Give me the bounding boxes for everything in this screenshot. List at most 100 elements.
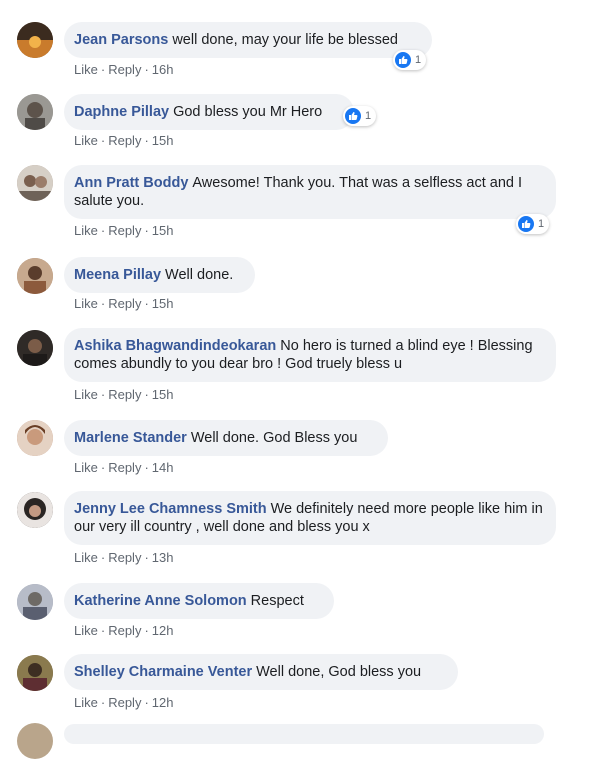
avatar-image xyxy=(17,584,53,620)
comment-bubble: Katherine Anne Solomon Respect xyxy=(64,583,334,619)
comment-timestamp[interactable]: 16h xyxy=(152,62,174,77)
comment-text: Well done. God Bless you xyxy=(190,430,358,446)
comment-text: God bless you Mr Hero xyxy=(173,104,323,120)
reaction-count-badge[interactable]: 1 xyxy=(343,106,377,126)
separator: · xyxy=(100,695,106,710)
avatar-image xyxy=(17,330,53,366)
avatar[interactable] xyxy=(17,165,53,201)
like-link[interactable]: Like xyxy=(74,550,98,565)
reply-link[interactable]: Reply xyxy=(108,133,141,148)
separator: · xyxy=(144,62,149,77)
comment-actions: Like · Reply · 15h xyxy=(74,296,174,311)
comment-timestamp[interactable]: 12h xyxy=(152,695,174,710)
avatar[interactable] xyxy=(17,584,53,620)
reply-link[interactable]: Reply xyxy=(108,62,141,77)
reply-link[interactable]: Reply xyxy=(108,387,141,402)
comment-author-link[interactable]: Daphne Pillay xyxy=(74,104,169,120)
comment-timestamp[interactable]: 15h xyxy=(152,296,174,311)
avatar-image xyxy=(17,165,53,201)
comment-author-link[interactable]: Marlene Stander xyxy=(74,430,187,446)
avatar-image xyxy=(17,420,53,456)
comment-author-link[interactable]: Meena Pillay xyxy=(74,267,161,283)
avatar[interactable] xyxy=(17,22,53,58)
avatar[interactable] xyxy=(17,723,53,759)
separator: · xyxy=(144,695,149,710)
comment-bubble: Meena Pillay Well done. xyxy=(64,257,255,293)
comment-bubble: Jenny Lee Chamness Smith We definitely ne… xyxy=(64,491,556,545)
comment-bubble: Shelley Charmaine Venter Well done, God b… xyxy=(64,654,458,690)
reply-link[interactable]: Reply xyxy=(108,623,141,638)
reply-link[interactable]: Reply xyxy=(108,550,141,565)
comment-bubble: Ann Pratt Boddy Awesome! Thank you. That … xyxy=(64,165,556,219)
comment-timestamp[interactable]: 13h xyxy=(152,550,174,565)
avatar[interactable] xyxy=(17,330,53,366)
previous-comment-actions-cutoff xyxy=(74,0,194,4)
separator: · xyxy=(100,296,106,311)
separator: · xyxy=(100,387,106,402)
comment-bubble: Marlene Stander Well done. God Bless you xyxy=(64,420,388,456)
separator: · xyxy=(144,623,149,638)
comment-author-link[interactable]: Ann Pratt Boddy xyxy=(74,175,188,191)
avatar[interactable] xyxy=(17,94,53,130)
like-link[interactable]: Like xyxy=(74,695,98,710)
reply-link[interactable]: Reply xyxy=(108,695,141,710)
comment-timestamp[interactable]: 12h xyxy=(152,623,174,638)
comment-author-link[interactable]: Katherine Anne Solomon xyxy=(74,593,247,609)
separator: · xyxy=(100,223,106,238)
like-link[interactable]: Like xyxy=(74,133,98,148)
comment-bubble: Ashika Bhagwandindeokaran No hero is turn… xyxy=(64,328,556,382)
comment-actions: Like · Reply · 15h xyxy=(74,223,174,238)
comment-actions: Like · Reply · 12h xyxy=(74,623,174,638)
avatar-image xyxy=(17,22,53,58)
separator: · xyxy=(144,387,149,402)
comment-actions: Like · Reply · 15h xyxy=(74,387,174,402)
reaction-count-badge[interactable]: 1 xyxy=(516,214,550,234)
reaction-count: 1 xyxy=(365,110,372,122)
comment-text: Respect xyxy=(250,593,304,609)
comment-bubble xyxy=(64,724,544,744)
reply-link[interactable]: Reply xyxy=(108,296,141,311)
reply-link[interactable]: Reply xyxy=(108,223,141,238)
avatar-image xyxy=(17,655,53,691)
comment-bubble: Jean Parsons well done, may your life be … xyxy=(64,22,432,58)
reply-link[interactable]: Reply xyxy=(108,460,141,475)
like-link[interactable]: Like xyxy=(74,387,98,402)
like-link[interactable]: Like xyxy=(74,62,98,77)
avatar[interactable] xyxy=(17,420,53,456)
avatar-image xyxy=(17,492,53,528)
comment-timestamp[interactable]: 15h xyxy=(152,223,174,238)
comment-author-link[interactable]: Ashika Bhagwandindeokaran xyxy=(74,338,276,354)
like-link[interactable]: Like xyxy=(74,296,98,311)
avatar[interactable] xyxy=(17,492,53,528)
avatar[interactable] xyxy=(17,655,53,691)
separator: · xyxy=(144,133,149,148)
separator: · xyxy=(144,460,149,475)
separator: · xyxy=(100,62,106,77)
like-reaction-icon xyxy=(518,216,534,232)
comment-timestamp[interactable]: 15h xyxy=(152,133,174,148)
avatar[interactable] xyxy=(17,258,53,294)
like-link[interactable]: Like xyxy=(74,223,98,238)
like-link[interactable]: Like xyxy=(74,623,98,638)
comment-timestamp[interactable]: 14h xyxy=(152,460,174,475)
comment-timestamp[interactable]: 15h xyxy=(152,387,174,402)
comment-author-link[interactable]: Jenny Lee Chamness Smith xyxy=(74,501,267,517)
reaction-count-badge[interactable]: 1 xyxy=(393,50,427,70)
separator: · xyxy=(100,460,106,475)
reaction-count: 1 xyxy=(538,218,545,230)
comment-actions: Like · Reply · 12h xyxy=(74,695,174,710)
avatar-image xyxy=(17,94,53,130)
comment-author-link[interactable]: Jean Parsons xyxy=(74,32,168,48)
separator: · xyxy=(100,550,106,565)
comment-text: Well done. xyxy=(165,267,234,283)
comment-text: Well done, God bless you xyxy=(256,664,422,680)
avatar-image xyxy=(17,258,53,294)
like-reaction-icon xyxy=(345,108,361,124)
separator: · xyxy=(100,623,106,638)
comment-actions: Like · Reply · 16h xyxy=(74,62,174,77)
like-link[interactable]: Like xyxy=(74,460,98,475)
separator: · xyxy=(144,223,149,238)
comment-author-link[interactable]: Shelley Charmaine Venter xyxy=(74,664,252,680)
separator: · xyxy=(100,133,106,148)
like-reaction-icon xyxy=(395,52,411,68)
